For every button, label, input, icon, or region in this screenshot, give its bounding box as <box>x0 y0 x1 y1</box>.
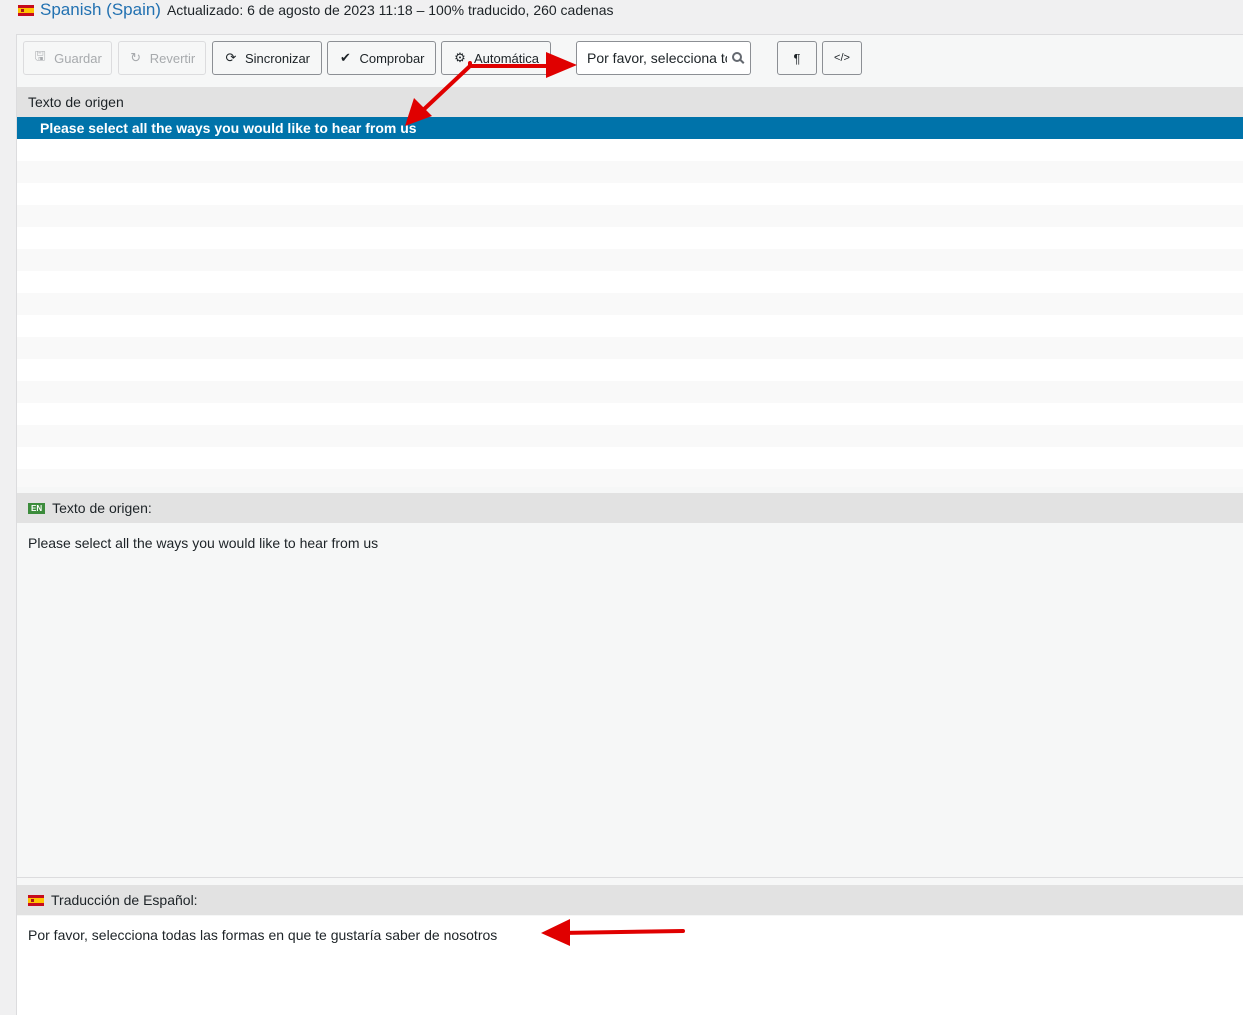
list-item[interactable] <box>17 161 1243 183</box>
toggle-invisibles-button[interactable]: ¶ <box>777 41 817 75</box>
source-text-header-label: Texto de origen: <box>52 500 152 516</box>
revert-button-label: Revertir <box>149 50 196 66</box>
translation-header: Traducción de Español: <box>17 885 1243 915</box>
translation-status: Actualizado: 6 de agosto de 2023 11:18 –… <box>166 2 614 18</box>
list-item[interactable] <box>17 403 1243 425</box>
list-item[interactable] <box>17 359 1243 381</box>
source-list-header-label: Texto de origen <box>28 94 124 110</box>
list-item[interactable] <box>17 315 1243 337</box>
auto-translate-button-label: Automática <box>473 50 540 66</box>
pilcrow-icon: ¶ <box>793 50 801 66</box>
auto-translate-button[interactable]: ⚙ Automática <box>441 41 551 75</box>
source-list-header: Texto de origen <box>17 87 1243 117</box>
code-icon: </> <box>834 52 850 64</box>
translation-header-label: Traducción de Español: <box>51 892 198 908</box>
search-icon[interactable] <box>732 52 742 62</box>
checkmark-icon: ✔ <box>340 50 351 65</box>
translation-textarea[interactable]: Por favor, selecciona todas las formas e… <box>17 916 1243 1015</box>
spain-flag-icon <box>28 894 44 906</box>
list-item[interactable] <box>17 381 1243 403</box>
refresh-icon: ⟳ <box>225 50 237 65</box>
list-item[interactable] <box>17 139 1243 161</box>
list-item[interactable] <box>17 183 1243 205</box>
revert-button[interactable]: ↻ Revertir <box>118 41 206 75</box>
string-list[interactable]: Please select all the ways you would lik… <box>17 117 1243 487</box>
check-button-label: Comprobar <box>359 50 425 66</box>
sync-button-label: Sincronizar <box>244 50 311 66</box>
english-badge: EN <box>28 502 46 514</box>
save-button[interactable]: 🖫 Guardar <box>23 41 112 75</box>
source-text-header: EN Texto de origen: <box>17 493 1243 523</box>
undo-icon: ↻ <box>130 50 142 65</box>
translation-text: Por favor, selecciona todas las formas e… <box>28 927 498 943</box>
list-item[interactable] <box>17 425 1243 447</box>
editor-toolbar: 🖫 Guardar ↻ Revertir ⟳ Sincronizar ✔ Com… <box>17 35 1243 87</box>
source-text: Please select all the ways you would lik… <box>28 535 379 551</box>
spain-flag-icon <box>18 4 34 16</box>
search-input[interactable] <box>587 50 727 66</box>
editor-panel: 🖫 Guardar ↻ Revertir ⟳ Sincronizar ✔ Com… <box>16 34 1243 1015</box>
check-button[interactable]: ✔ Comprobar <box>327 41 436 75</box>
save-button-label: Guardar <box>54 50 102 66</box>
list-item[interactable]: Please select all the ways you would lik… <box>17 117 1243 139</box>
toggle-code-view-button[interactable]: </> <box>822 41 862 75</box>
robot-icon: ⚙ <box>454 50 466 65</box>
search-box[interactable] <box>576 41 751 75</box>
sync-button[interactable]: ⟳ Sincronizar <box>212 41 322 75</box>
editor-header: Spanish (Spain) Actualizado: 6 de agosto… <box>18 0 614 20</box>
language-name-link[interactable]: Spanish (Spain) <box>40 0 161 20</box>
list-item[interactable] <box>17 271 1243 293</box>
list-item-text: Please select all the ways you would lik… <box>40 120 417 136</box>
list-item[interactable] <box>17 227 1243 249</box>
list-item[interactable] <box>17 447 1243 469</box>
list-item[interactable] <box>17 337 1243 359</box>
floppy-disk-icon: 🖫 <box>34 48 46 63</box>
list-item[interactable] <box>17 469 1243 487</box>
list-item[interactable] <box>17 249 1243 271</box>
list-item[interactable] <box>17 205 1243 227</box>
source-text-area: Please select all the ways you would lik… <box>17 524 1243 878</box>
list-item[interactable] <box>17 293 1243 315</box>
